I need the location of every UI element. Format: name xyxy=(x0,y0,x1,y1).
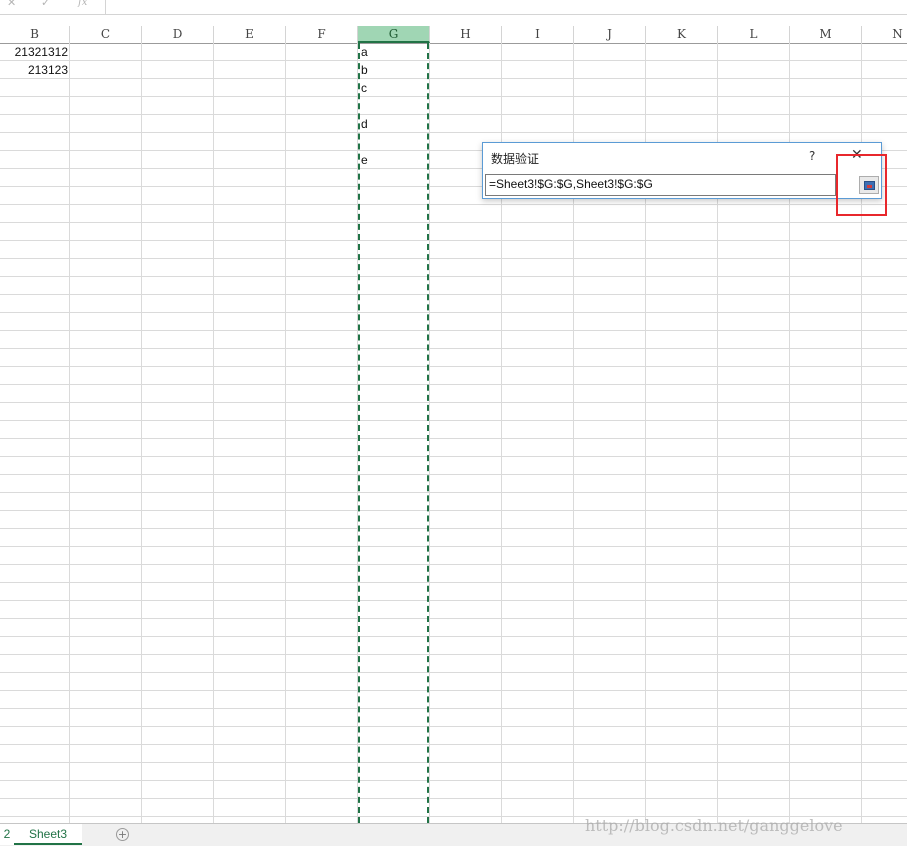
column-header-g[interactable]: G xyxy=(358,26,430,43)
column-header-m[interactable]: M xyxy=(790,26,862,43)
cell-b1[interactable]: 21321312 xyxy=(0,45,68,59)
dialog-title: 数据验证 xyxy=(491,152,540,166)
cancel-icon[interactable]: ✕ xyxy=(7,0,16,9)
watermark: http://blog.csdn.net/ganggelove xyxy=(585,816,843,835)
column-header-k[interactable]: K xyxy=(646,26,718,43)
formula-bar-divider xyxy=(105,0,106,14)
column-header-j[interactable]: J xyxy=(574,26,646,43)
enter-icon[interactable]: ✓ xyxy=(41,0,50,9)
copy-marquee-column-g xyxy=(358,43,429,823)
cell-b2[interactable]: 213123 xyxy=(0,63,68,77)
column-header-i[interactable]: I xyxy=(502,26,574,43)
insert-function-icon[interactable]: fx xyxy=(78,0,87,9)
tab-previous-sheet[interactable]: 2 xyxy=(0,824,15,845)
add-sheet-icon[interactable]: + xyxy=(116,828,129,841)
column-header-l[interactable]: L xyxy=(718,26,790,43)
column-header-n[interactable]: N xyxy=(862,26,907,43)
column-header-b[interactable]: B xyxy=(0,26,70,43)
column-header-e[interactable]: E xyxy=(214,26,286,43)
data-validation-dialog: 数据验证 ? ✕ =Sheet3!$G:$G,Sheet3!$G:$G xyxy=(482,142,882,199)
column-header-c[interactable]: C xyxy=(70,26,142,43)
red-highlight-box xyxy=(836,154,887,216)
help-button[interactable]: ? xyxy=(809,149,815,163)
column-header-h[interactable]: H xyxy=(430,26,502,43)
formula-bar: ✕ ✓ fx xyxy=(0,0,907,15)
column-header-f[interactable]: F xyxy=(286,26,358,43)
tab-sheet3[interactable]: Sheet3 xyxy=(14,824,82,845)
column-header-row: BCDEFGHIJKLMN xyxy=(0,26,907,44)
column-header-d[interactable]: D xyxy=(142,26,214,43)
source-range-input[interactable]: =Sheet3!$G:$G,Sheet3!$G:$G xyxy=(485,174,836,196)
